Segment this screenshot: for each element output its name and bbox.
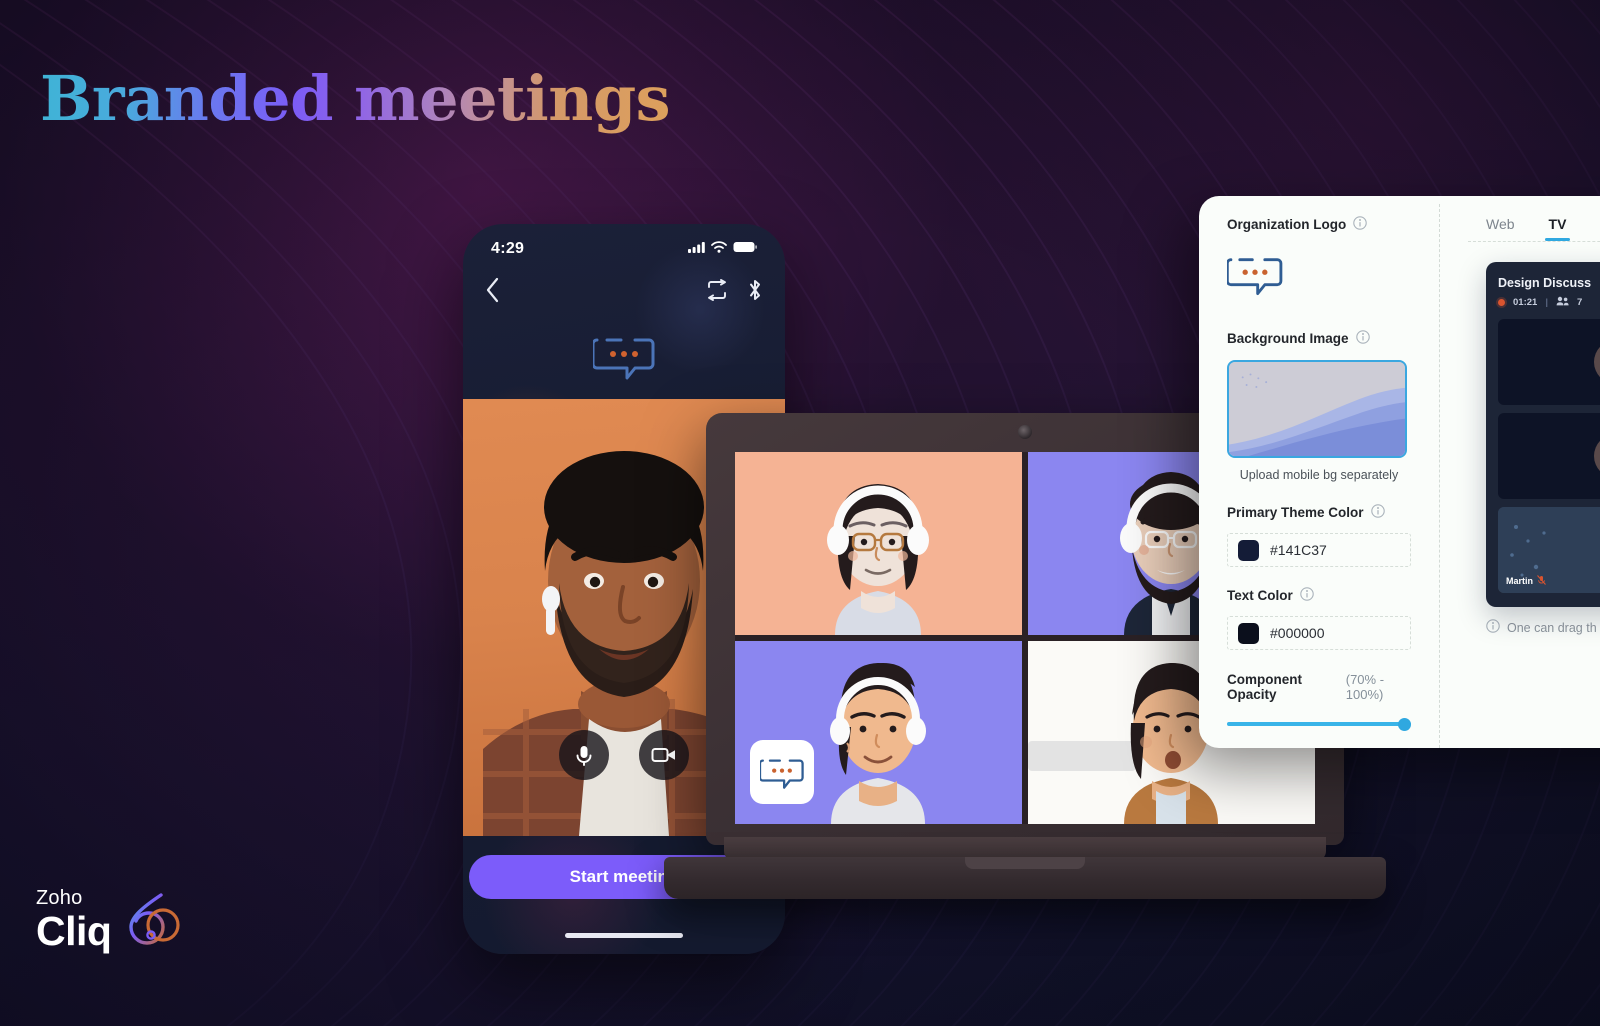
tab-web[interactable]: Web [1486,216,1515,241]
preview-tile-p[interactable]: P [1498,319,1600,405]
info-icon [1486,619,1500,636]
tabs-rule [1468,241,1600,242]
background-image-thumbnail[interactable] [1227,360,1407,458]
back-chevron-icon[interactable] [485,277,500,308]
background-image-hint: Upload mobile bg separately [1239,468,1399,482]
primary-theme-color-input[interactable]: #141C37 [1227,533,1411,567]
avatar: P [1594,340,1600,384]
primary-theme-color-label-text: Primary Theme Color [1227,505,1364,520]
tab-tv[interactable]: TV [1544,216,1571,241]
preview-hint: One can drag th [1486,619,1600,636]
status-icons [688,240,757,258]
video-camera-icon[interactable] [639,730,689,780]
mic-muted-icon [1537,575,1546,587]
settings-form: Organization Logo Background Image Uploa… [1199,196,1439,748]
microphone-icon[interactable] [559,730,609,780]
page-title: Branded meetings [40,62,671,135]
opacity-slider-track[interactable] [1227,722,1411,726]
preview-tile-list: P A [1498,319,1600,593]
status-time: 4:29 [491,240,525,257]
cliq-six-logo-icon [121,889,183,950]
laptop-base [664,857,1386,899]
cliq-bubble-logo-icon [1225,258,1283,303]
opacity-slider-knob[interactable] [1398,717,1411,731]
info-icon[interactable] [1300,587,1314,604]
text-color-input[interactable]: #000000 [1227,616,1411,650]
preview-tile-a[interactable]: A [1498,413,1600,499]
avatar: A [1594,434,1600,478]
phone-org-logo [463,328,785,389]
organization-logo-label: Organization Logo [1227,216,1415,233]
participant-count: 7 [1576,297,1583,308]
cellular-signal-icon [688,240,705,258]
phone-nav-actions [705,278,763,307]
brand-zoho-label: Zoho [36,887,83,909]
people-icon [1556,296,1569,309]
cliq-bubble-logo-icon [591,328,655,389]
text-color-swatch[interactable] [1238,622,1259,644]
wifi-icon [711,240,727,258]
meeting-timer: 01:21 [1513,297,1538,308]
participant-tile-1[interactable] [735,452,1022,635]
preview-hint-text: One can drag th [1507,620,1597,635]
preview-participant-label: Martin [1506,576,1533,586]
tv-preview-card: Design Discuss 01:21 | 7 Martin [1486,262,1600,607]
organization-logo-label-text: Organization Logo [1227,217,1347,232]
branding-settings-panel: Organization Logo Background Image Uploa… [1199,196,1600,748]
battery-icon [733,240,757,258]
bluetooth-icon[interactable] [747,278,763,307]
component-opacity-label-text: Component Opacity [1227,672,1302,702]
flip-camera-icon[interactable] [705,278,729,306]
cliq-bubble-watermark-icon [750,740,814,804]
phone-nav-bar [463,272,785,312]
meeting-title: Design Discuss [1498,276,1592,290]
text-color-value: #000000 [1270,625,1325,641]
component-opacity-range-text: (70% - 100%) [1345,672,1385,702]
organization-logo-preview[interactable] [1225,249,1415,304]
text-color-label: Text Color [1227,587,1415,604]
primary-theme-color-swatch[interactable] [1238,539,1259,561]
brand-logo-text: Zoho Cliq [36,887,112,954]
primary-theme-color-value: #141C37 [1270,542,1327,558]
brand-logo: Zoho Cliq [36,888,183,952]
info-icon[interactable] [1370,504,1385,521]
info-icon[interactable] [1355,330,1370,347]
webcam-icon [1018,425,1032,439]
home-indicator [565,933,683,938]
meta-separator: | [1545,297,1548,308]
text-color-label-text: Text Color [1227,588,1293,603]
background-image-label-text: Background Image [1227,331,1349,346]
preview-tile-martin[interactable]: Martin [1498,507,1600,593]
poster-canvas: Branded meetings Zoho Cliq 4:29 Start me… [0,0,1600,1026]
component-opacity-slider[interactable] [1227,716,1411,732]
background-image-label: Background Image [1227,330,1415,347]
component-opacity-label: Component Opacity (70% - 100%) [1227,672,1415,702]
primary-theme-color-label: Primary Theme Color [1227,504,1415,521]
laptop-base-notch [965,857,1085,869]
record-dot-icon [1498,299,1505,306]
info-icon[interactable] [1353,216,1367,233]
phone-status-bar: 4:29 [463,236,785,262]
preview-tabs: Web TV M [1440,204,1600,241]
preview-participant-name: Martin [1506,575,1546,587]
preview-pane: Web TV M Design Discuss 01:21 | [1440,196,1600,748]
meeting-meta: 01:21 | 7 [1498,296,1600,309]
brand-cliq-label: Cliq [36,908,112,954]
